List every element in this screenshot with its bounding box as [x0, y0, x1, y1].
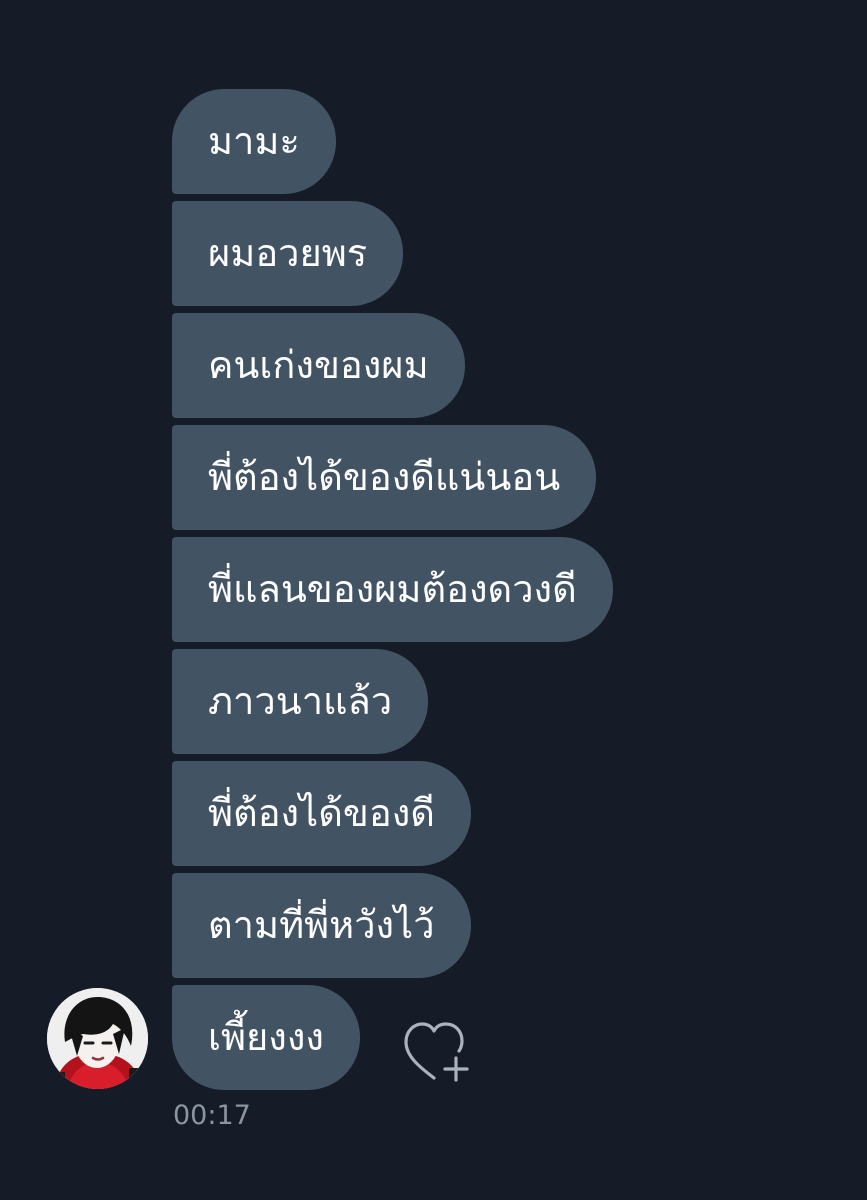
- message-bubble[interactable]: พี่ต้องได้ของดี: [172, 761, 471, 866]
- message-bubble[interactable]: พี่ต้องได้ของดีแน่นอน: [172, 425, 597, 530]
- message-bubble[interactable]: คนเก่งของผม: [172, 313, 465, 418]
- message-bubble[interactable]: ตามที่พี่หวังไว้: [172, 873, 471, 978]
- message-bubble[interactable]: พี่แลนของผมต้องดวงดี: [172, 537, 613, 642]
- message-thread: มามะ ผมอวยพร คนเก่งของผม พี่ต้องได้ของดี…: [172, 89, 772, 1097]
- message-bubble[interactable]: ผมอวยพร: [172, 201, 404, 306]
- message-bubble[interactable]: เพี้ยงงง: [172, 985, 360, 1090]
- avatar-image: [47, 988, 148, 1089]
- chat-screen: มามะ ผมอวยพร คนเก่งของผม พี่ต้องได้ของดี…: [0, 0, 867, 1200]
- sender-avatar[interactable]: [47, 988, 148, 1089]
- message-timestamp: 00:17: [173, 1100, 251, 1131]
- heart-plus-icon[interactable]: [400, 1018, 472, 1086]
- message-bubble[interactable]: มามะ: [172, 89, 336, 194]
- message-bubble[interactable]: ภาวนาแล้ว: [172, 649, 429, 754]
